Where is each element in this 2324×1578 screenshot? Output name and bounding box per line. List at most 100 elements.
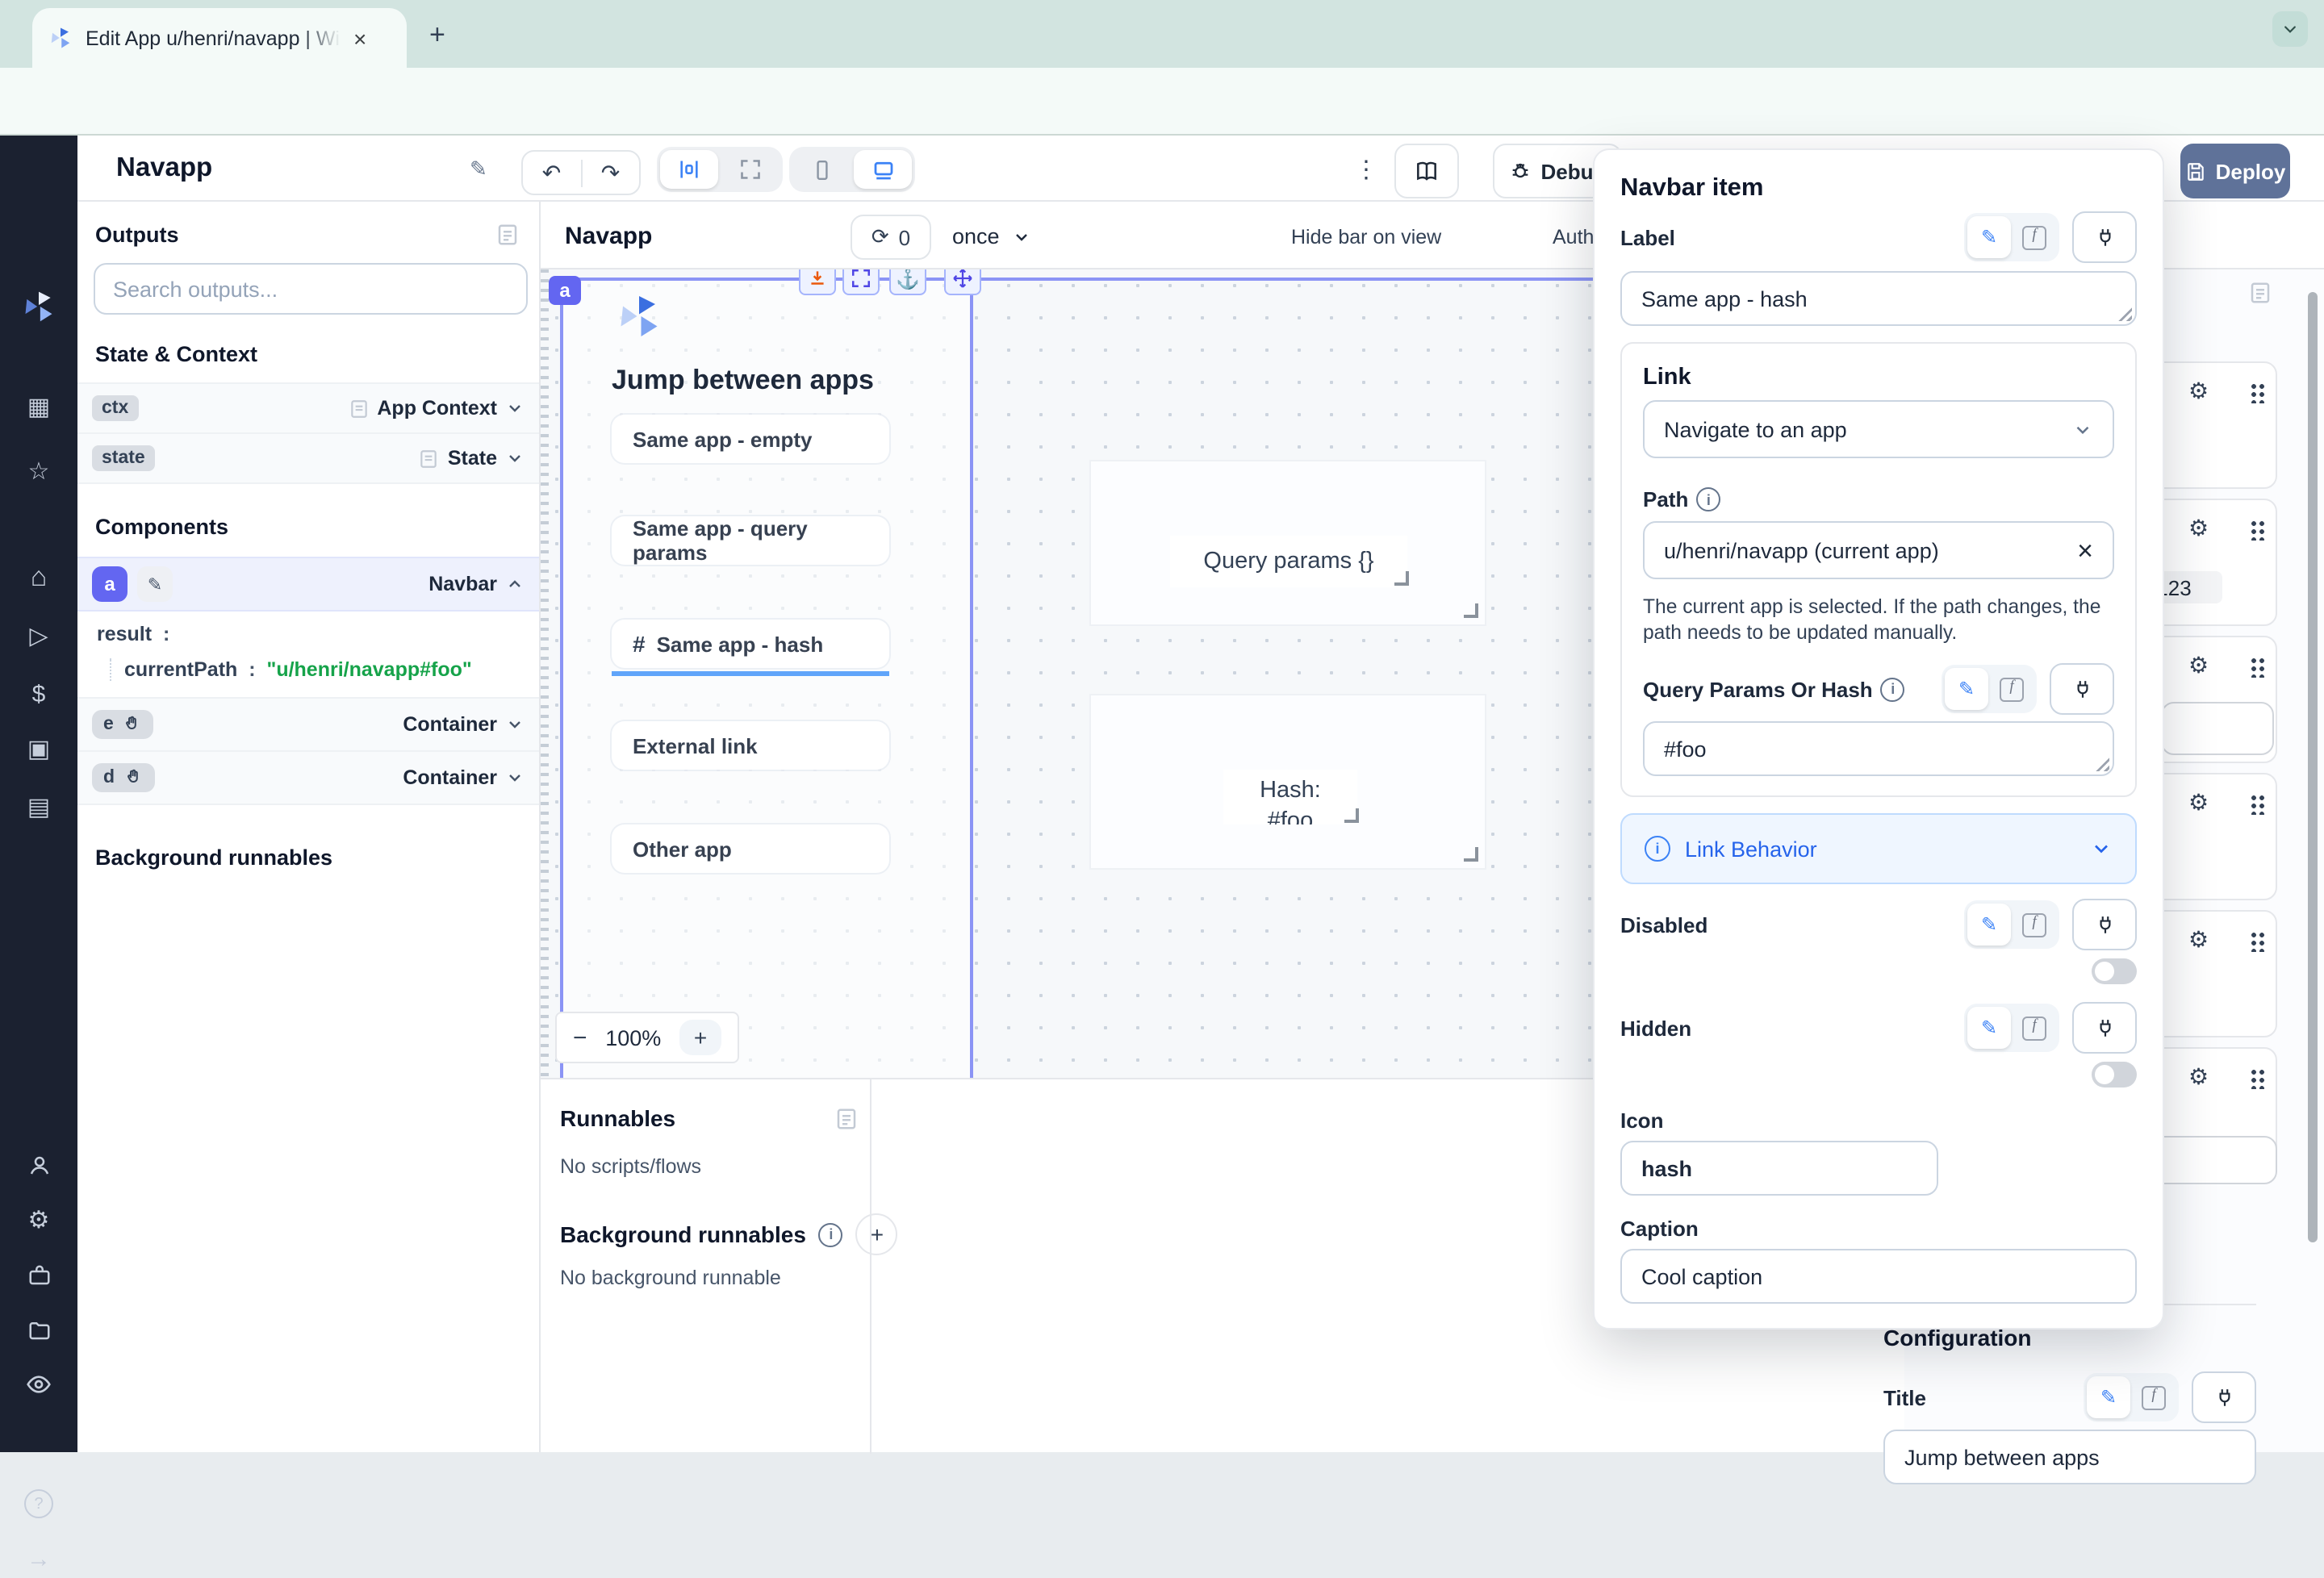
- component-row-navbar[interactable]: a ✎ Navbar: [77, 557, 539, 612]
- icon-field-input[interactable]: hash: [1620, 1141, 1938, 1196]
- gear-icon[interactable]: ⚙: [2188, 928, 2209, 950]
- variables-dollar-icon[interactable]: $: [0, 674, 77, 713]
- chevron-down-icon[interactable]: [505, 715, 525, 734]
- static-edit-button[interactable]: ✎: [2087, 1376, 2130, 1418]
- selected-component-badge[interactable]: a: [549, 276, 581, 305]
- run-mode-select[interactable]: once: [952, 224, 1032, 248]
- fx-button[interactable]: f: [1990, 668, 2034, 710]
- query-params-container[interactable]: Query params {}: [1089, 460, 1486, 626]
- fx-button[interactable]: f: [2013, 216, 2056, 258]
- new-tab-button[interactable]: +: [429, 19, 445, 52]
- edit-title-pencil-icon[interactable]: ✎: [470, 157, 487, 182]
- drag-handle-icon[interactable]: [2250, 657, 2264, 678]
- disabled-toggle[interactable]: [2092, 958, 2137, 984]
- centered-layout-button[interactable]: [660, 150, 718, 189]
- undo-button[interactable]: ↶: [523, 159, 582, 186]
- zoom-out-button[interactable]: −: [573, 1024, 587, 1051]
- caption-field-input[interactable]: Cool caption: [1620, 1249, 2137, 1304]
- gear-icon[interactable]: ⚙: [2188, 1065, 2209, 1087]
- static-edit-button[interactable]: ✎: [1945, 668, 1988, 710]
- component-row-d[interactable]: d Container: [77, 752, 539, 805]
- redo-button[interactable]: ↷: [582, 159, 639, 186]
- help-icon[interactable]: ?: [0, 1484, 77, 1523]
- chevron-down-icon[interactable]: [505, 449, 525, 468]
- resize-handle[interactable]: [1344, 808, 1359, 823]
- resize-handle[interactable]: [1464, 603, 1478, 618]
- fx-button[interactable]: f: [2132, 1376, 2176, 1418]
- gear-icon[interactable]: ⚙: [2188, 379, 2209, 402]
- deploy-button[interactable]: Deploy: [2180, 144, 2290, 198]
- fx-button[interactable]: f: [2013, 904, 2056, 946]
- query-params-input[interactable]: #foo: [1643, 721, 2114, 776]
- runs-play-icon[interactable]: ▷: [0, 616, 77, 655]
- scrollbar[interactable]: [2303, 269, 2324, 1452]
- search-input[interactable]: Search outputs...: [94, 263, 528, 315]
- hash-container[interactable]: Hash: #foo: [1089, 694, 1486, 870]
- resize-handle[interactable]: [1394, 571, 1409, 586]
- workers-briefcase-icon[interactable]: [0, 1255, 77, 1294]
- link-type-select[interactable]: Navigate to an app: [1643, 400, 2114, 458]
- chevron-up-icon[interactable]: [505, 574, 525, 594]
- favorites-star-icon[interactable]: ☆: [0, 452, 77, 491]
- nav-item-same-app-hash[interactable]: # Same app - hash: [612, 620, 889, 668]
- gear-icon[interactable]: ⚙: [2188, 653, 2209, 676]
- hidden-toggle[interactable]: [2092, 1062, 2137, 1087]
- connect-plug-button[interactable]: [2072, 899, 2137, 950]
- windmill-logo-icon[interactable]: [0, 287, 77, 326]
- add-background-runnable-button[interactable]: +: [856, 1213, 898, 1255]
- schedules-calendar-icon[interactable]: ▤: [0, 787, 77, 826]
- input-fragment[interactable]: [2161, 702, 2274, 755]
- connect-plug-button[interactable]: [2192, 1371, 2256, 1423]
- anchor-button[interactable]: ⚓: [889, 269, 926, 295]
- gear-icon[interactable]: ⚙: [2188, 791, 2209, 813]
- input-fragment[interactable]: [2151, 1136, 2277, 1184]
- expand-down-button[interactable]: [799, 269, 836, 295]
- gear-icon[interactable]: ⚙: [2188, 516, 2209, 539]
- label-field-input[interactable]: Same app - hash: [1620, 271, 2137, 326]
- static-edit-button[interactable]: ✎: [1967, 1007, 2011, 1049]
- resize-handle[interactable]: [1464, 847, 1478, 862]
- fx-button[interactable]: f: [2013, 1007, 2056, 1049]
- resize-handle[interactable]: [2117, 307, 2132, 321]
- drag-handle-icon[interactable]: [2250, 382, 2264, 403]
- move-button[interactable]: [944, 269, 981, 295]
- nav-item-other-app[interactable]: Other app: [612, 824, 889, 873]
- expand-component-button[interactable]: [842, 269, 880, 295]
- browser-tab[interactable]: Edit App u/henri/navapp | Win ×: [32, 8, 407, 68]
- drag-handle-icon[interactable]: [2250, 931, 2264, 952]
- nav-item-query-params[interactable]: Same app - query params: [612, 516, 889, 565]
- resources-boxes-icon[interactable]: ▣: [0, 729, 77, 768]
- static-edit-button[interactable]: ✎: [1967, 216, 2011, 258]
- output-row-state[interactable]: state State: [77, 434, 539, 484]
- docs-book-button[interactable]: [1394, 144, 1459, 198]
- doc-icon[interactable]: [2248, 281, 2272, 305]
- chevron-down-icon[interactable]: [505, 768, 525, 787]
- home-icon[interactable]: ⌂: [0, 558, 77, 597]
- drag-handle-icon[interactable]: [2250, 794, 2264, 815]
- component-row-e[interactable]: e Container: [77, 699, 539, 752]
- apps-grid-icon[interactable]: ▦: [0, 387, 77, 426]
- mobile-preview-button[interactable]: [792, 150, 851, 189]
- output-row-ctx[interactable]: ctx App Context: [77, 382, 539, 434]
- doc-icon[interactable]: [834, 1106, 859, 1130]
- connect-plug-button[interactable]: [2050, 663, 2114, 715]
- link-behavior-collapsible[interactable]: i Link Behavior: [1620, 813, 2137, 884]
- static-edit-button[interactable]: ✎: [1967, 904, 2011, 946]
- navbar-component-surface[interactable]: [560, 278, 970, 1078]
- chevron-down-icon[interactable]: [505, 399, 525, 418]
- drag-handle-icon[interactable]: [2250, 520, 2264, 541]
- doc-icon[interactable]: [495, 223, 520, 247]
- tab-search-button[interactable]: [2272, 11, 2308, 47]
- resize-handle[interactable]: [2095, 757, 2109, 771]
- drag-handle-icon[interactable]: [2250, 1068, 2264, 1089]
- clear-icon[interactable]: ×: [2077, 536, 2093, 564]
- connect-plug-button[interactable]: [2072, 211, 2137, 263]
- scrollbar-thumb[interactable]: [2308, 292, 2318, 1242]
- nav-item-same-app-empty[interactable]: Same app - empty: [612, 415, 889, 463]
- fullwidth-layout-button[interactable]: [721, 150, 780, 189]
- desktop-preview-button[interactable]: [854, 150, 912, 189]
- settings-gear-icon[interactable]: ⚙: [0, 1200, 77, 1239]
- connect-plug-button[interactable]: [2072, 1002, 2137, 1054]
- zoom-in-button[interactable]: +: [679, 1020, 721, 1055]
- kebab-menu-icon[interactable]: ⋮: [1354, 155, 1378, 184]
